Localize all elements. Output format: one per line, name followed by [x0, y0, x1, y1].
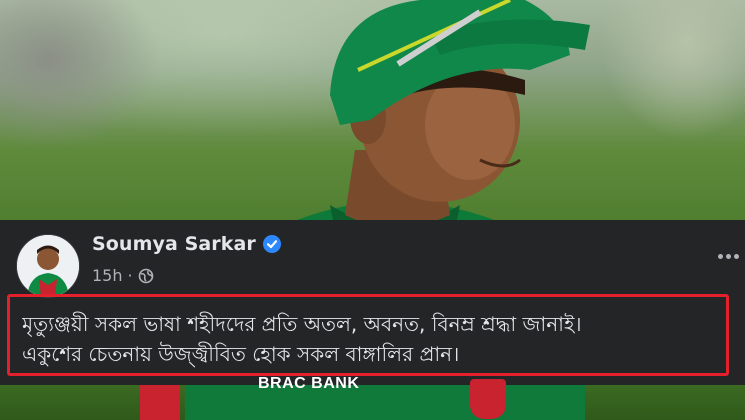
avatar-image	[17, 235, 79, 297]
globe-icon[interactable]	[138, 268, 154, 284]
meta-separator: ·	[127, 266, 133, 285]
facebook-post-card: Soumya Sarkar 15h · মৃত্যুঞ্জয়ী সকল ভাষ…	[0, 220, 745, 385]
team-crest-icon	[470, 379, 506, 419]
more-options-icon[interactable]	[714, 245, 744, 265]
jersey-body	[185, 385, 585, 420]
jersey-strip: BRAC BANK	[0, 375, 745, 420]
author-name[interactable]: Soumya Sarkar	[92, 233, 256, 255]
verified-badge-icon	[262, 235, 281, 253]
post-timestamp[interactable]: 15h	[92, 266, 123, 285]
post-text-line-1: মৃত্যুঞ্জয়ী সকল ভাষা শহীদদের প্রতি অতল,…	[22, 312, 582, 336]
author-row: Soumya Sarkar	[92, 231, 281, 257]
post-text-line-2: একুশের চেতনায় উজ্জ্বীবিত হোক সকল বাঙ্গা…	[22, 342, 460, 366]
author-avatar[interactable]	[16, 234, 80, 298]
post-meta: 15h ·	[92, 266, 154, 285]
jersey-red-panel	[140, 385, 180, 420]
jersey-sponsor-text: BRAC BANK	[258, 375, 360, 392]
post-text-highlight: মৃত্যুঞ্জয়ী সকল ভাষা শহীদদের প্রতি অতল,…	[7, 294, 729, 376]
